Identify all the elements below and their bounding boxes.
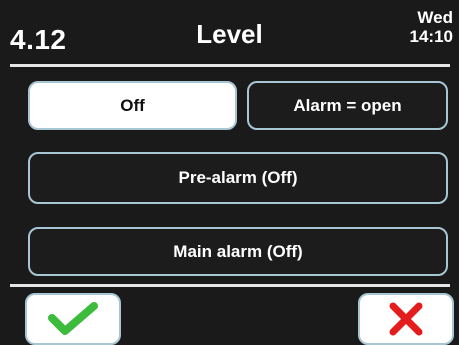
- header: 4.12 Level Wed 14:10: [0, 0, 459, 62]
- pre-alarm-button[interactable]: Pre-alarm (Off): [28, 152, 448, 204]
- main-alarm-label: Main alarm (Off): [173, 241, 303, 261]
- footer-divider: [10, 284, 450, 287]
- pre-alarm-label: Pre-alarm (Off): [178, 168, 298, 187]
- cancel-button[interactable]: [358, 293, 454, 345]
- alarm-open-label: Alarm = open: [293, 95, 402, 115]
- clock: Wed 14:10: [410, 8, 453, 46]
- clock-time: 14:10: [409, 27, 453, 46]
- confirm-button[interactable]: [25, 293, 121, 345]
- checkmark-icon: [48, 302, 98, 335]
- page-title: Level: [196, 19, 263, 49]
- off-option-label: Off: [120, 95, 145, 115]
- clock-day: Wed: [417, 8, 453, 27]
- main-alarm-button[interactable]: Main alarm (Off): [28, 227, 448, 276]
- alarm-open-button[interactable]: Alarm = open: [247, 81, 448, 130]
- off-option-button[interactable]: Off: [28, 81, 237, 130]
- header-divider: [10, 64, 450, 67]
- close-icon: [389, 302, 423, 336]
